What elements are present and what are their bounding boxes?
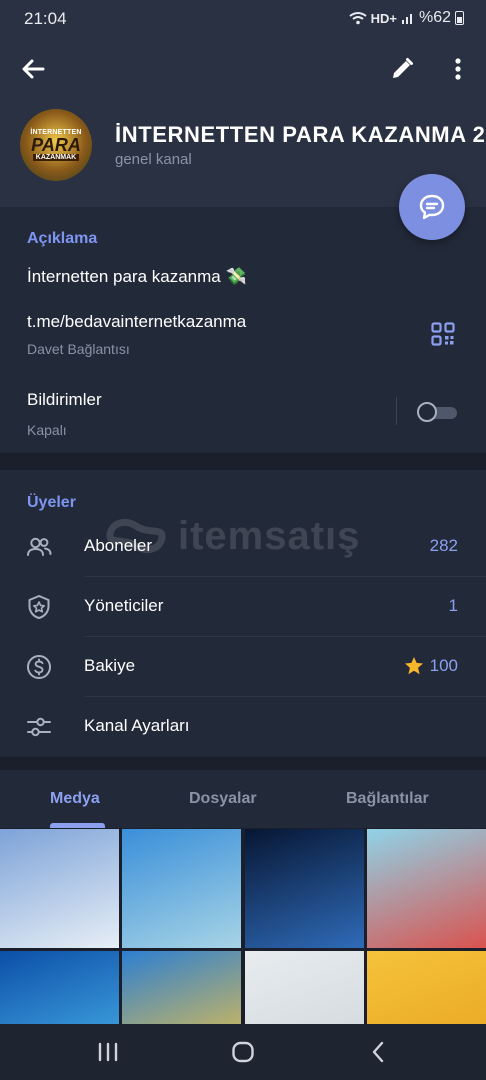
toggle-knob — [417, 402, 437, 422]
media-thumbnail[interactable] — [0, 829, 119, 948]
notifications-toggle[interactable] — [417, 401, 457, 423]
status-bar: 21:04 HD+ %62 — [0, 0, 486, 38]
admins-label: Yöneticiler — [84, 596, 164, 615]
subscribers-label: Aboneler — [84, 536, 153, 555]
discuss-button[interactable] — [399, 174, 465, 240]
signal-icon — [401, 14, 412, 24]
notifications-state: Kapalı — [27, 422, 67, 438]
network-label: HD+ — [370, 10, 397, 26]
back-arrow-icon[interactable] — [18, 54, 48, 84]
balance-value-group: 100 — [404, 656, 458, 676]
admins-count: 1 — [448, 596, 458, 615]
subscribers-count: 282 — [429, 536, 458, 555]
channel-description: İnternetten para kazanma 💸 — [27, 267, 247, 286]
avatar-main-text: PARA — [31, 135, 81, 155]
tab-media[interactable]: Medya — [50, 790, 100, 808]
admins-row[interactable]: Yöneticiler 1 — [0, 577, 486, 637]
admin-shield-icon — [28, 595, 50, 619]
media-tabs: Medya Dosyalar Bağlantılar — [0, 770, 486, 828]
media-thumbnail[interactable] — [245, 829, 364, 948]
channel-settings-row[interactable]: Kanal Ayarları — [0, 697, 486, 757]
notifications-label: Bildirimler — [27, 390, 102, 409]
tab-files[interactable]: Dosyalar — [189, 790, 257, 808]
battery-icon — [455, 11, 464, 25]
status-right: HD+ %62 — [348, 9, 464, 27]
status-time: 21:04 — [24, 9, 67, 28]
media-thumbnail[interactable] — [122, 829, 241, 948]
wifi-icon — [348, 12, 367, 25]
home-icon[interactable] — [231, 1040, 255, 1064]
system-nav-bar — [0, 1024, 486, 1080]
info-section: Açıklama İnternetten para kazanma 💸 t.me… — [0, 207, 486, 453]
tab-links[interactable]: Bağlantılar — [346, 790, 429, 808]
channel-title: İNTERNETTEN PARA KAZANMA 2 — [115, 122, 486, 147]
tab-active-indicator — [50, 823, 105, 828]
dollar-coin-icon — [27, 655, 51, 679]
battery-level: %62 — [418, 9, 451, 26]
media-grid — [0, 829, 486, 1070]
channel-settings-label: Kanal Ayarları — [84, 716, 190, 735]
channel-type: genel kanal — [115, 151, 192, 168]
channel-avatar[interactable]: İNTERNETTEN PARA KAZANMAK — [20, 109, 92, 181]
invite-link[interactable]: t.me/bedavainternetkazanma — [27, 312, 246, 332]
more-vertical-icon[interactable] — [446, 56, 470, 82]
settings-sliders-icon — [27, 717, 51, 737]
star-icon — [404, 657, 423, 675]
description-section-title: Açıklama — [27, 230, 98, 247]
balance-row[interactable]: Bakiye 100 — [0, 637, 486, 697]
recents-icon[interactable] — [96, 1040, 120, 1064]
balance-label: Bakiye — [84, 656, 136, 675]
divider — [396, 397, 397, 425]
people-icon — [27, 537, 52, 556]
avatar-bottom-text: KAZANMAK — [32, 154, 80, 161]
chat-bubble-icon — [419, 194, 445, 220]
members-section: Üyeler Aboneler 282 Yöneticiler 1 Bakiye… — [0, 470, 486, 757]
members-section-title: Üyeler — [27, 494, 76, 511]
qr-code-icon[interactable] — [431, 322, 455, 346]
media-thumbnail[interactable] — [367, 829, 486, 948]
balance-value: 100 — [429, 656, 458, 675]
invite-link-caption: Davet Bağlantısı — [27, 341, 130, 357]
subscribers-row[interactable]: Aboneler 282 — [0, 517, 486, 577]
nav-back-icon[interactable] — [367, 1040, 391, 1064]
pencil-icon[interactable] — [389, 56, 415, 82]
